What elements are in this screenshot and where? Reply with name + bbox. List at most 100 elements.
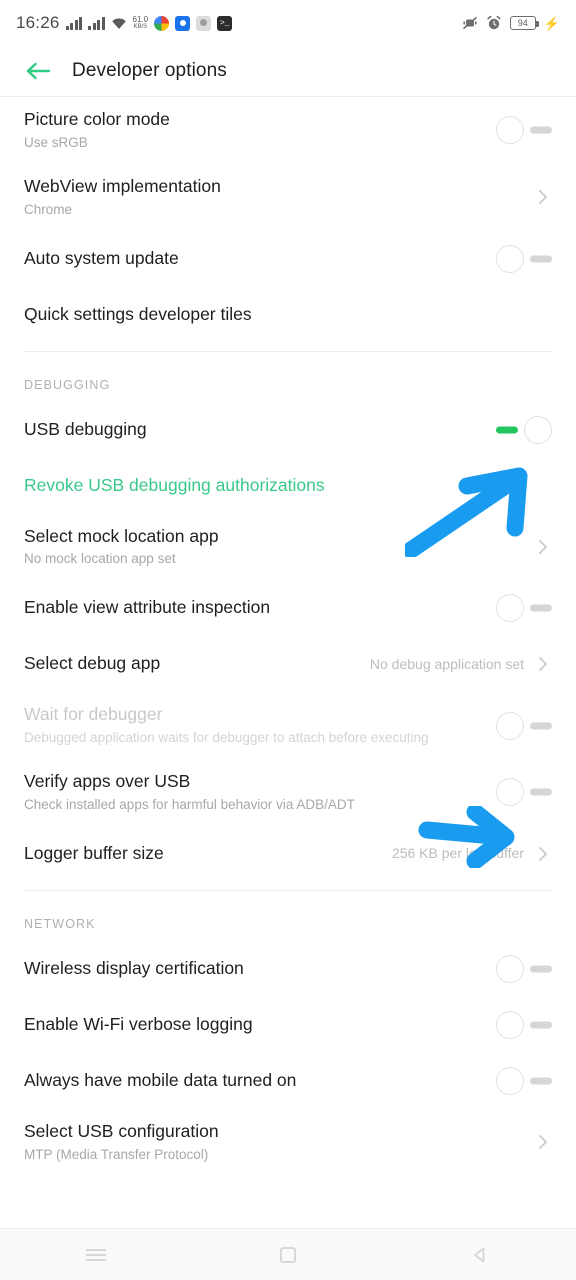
settings-row-enable-view-attribute-inspection[interactable]: Enable view attribute inspection [0,580,576,636]
navigation-bar [0,1228,576,1280]
settings-row-revoke-usb-debugging-authorizations[interactable]: Revoke USB debugging authorizations [0,458,576,514]
row-text-block: USB debugging [24,407,496,453]
home-button[interactable] [252,1229,324,1280]
row-title: Verify apps over USB [24,771,191,791]
row-subtitle: Chrome [24,201,73,217]
settings-row-usb-debugging[interactable]: USB debugging [0,402,576,458]
google-photos-icon [154,15,170,31]
toggle-knob [496,594,524,623]
status-bar: 16:26 61.0 KB/S >_ 94 ⚡ [0,0,576,46]
row-title: Picture color mode [24,109,170,129]
row-title: Logger buffer size [24,842,164,863]
row-subtitle: Use sRGB [24,134,88,150]
toggle-knob [496,116,524,145]
toggle-track [530,722,552,730]
settings-row-select-usb-configuration[interactable]: Select USB configuration MTP (Media Trans… [0,1109,576,1176]
row-title: Enable view attribute inspection [24,597,271,618]
settings-row-verify-apps-over-usb[interactable]: Verify apps over USB Check installed apps… [0,759,576,826]
settings-row-quick-settings-developer-tiles[interactable]: Quick settings developer tiles [0,287,576,343]
toggle-always-have-mobile-data-turned-on[interactable] [496,1066,552,1096]
back-button[interactable] [16,49,60,93]
toggle-track [530,788,552,796]
settings-row-select-debug-app[interactable]: Select debug app No debug application set [0,636,576,692]
row-text-block: Wait for debugger Debugged application wa… [24,692,496,759]
row-subtitle: Check installed apps for harmful behavio… [24,796,355,812]
settings-row-auto-system-update[interactable]: Auto system update [0,231,576,287]
row-text-block: Auto system update [24,236,496,282]
back-nav-button[interactable] [444,1229,516,1280]
terminal-icon: >_ [217,15,233,31]
grey-app-icon [196,15,212,31]
settings-list: Picture color mode Use sRGB WebView implem… [0,97,576,1176]
row-text-block: Select mock location app No mock location… [24,514,534,581]
chevron-right-icon [534,655,552,673]
toggle-wireless-display-certification[interactable] [496,954,552,984]
settings-row-wireless-display-certification[interactable]: Wireless display certification [0,941,576,997]
toggle-knob [524,415,552,444]
row-text-block: Always have mobile data turned on [24,1058,496,1104]
toggle-enable-wi-fi-verbose-logging[interactable] [496,1010,552,1040]
blue-app-icon [175,15,191,31]
toggle-knob [496,954,524,983]
vibrate-mode-icon [462,15,478,31]
app-bar: Developer options [0,46,576,96]
row-title: Always have mobile data turned on [24,1069,297,1090]
page-title: Developer options [72,60,227,81]
toggle-knob [496,711,524,740]
row-text-block: Picture color mode Use sRGB [24,97,496,164]
toggle-track [530,965,552,973]
row-text-block: WebView implementation Chrome [24,164,534,231]
phone-screen: 16:26 61.0 KB/S >_ 94 ⚡ Developer option… [0,0,576,1280]
status-bar-right: 94 ⚡ [462,15,560,31]
settings-row-picture-color-mode[interactable]: Picture color mode Use sRGB [0,97,576,164]
toggle-knob [496,778,524,807]
chevron-right-icon [534,538,552,556]
status-bar-left: 16:26 61.0 KB/S >_ [16,13,462,33]
charging-bolt-icon: ⚡ [543,15,560,31]
toggle-knob [496,1010,524,1039]
row-text-block: Revoke USB debugging authorizations [24,463,552,509]
back-triangle-icon [471,1246,489,1264]
toggle-picture-color-mode[interactable] [496,115,552,145]
signal-bars-icon-sim2 [88,16,105,30]
row-text-block: Select debug app [24,641,370,687]
toggle-track [530,126,552,134]
settings-row-logger-buffer-size[interactable]: Logger buffer size 256 KB per log buffer [0,826,576,882]
row-subtitle: Debugged application waits for debugger … [24,730,429,746]
row-title: Revoke USB debugging authorizations [24,474,325,495]
row-title: Select mock location app [24,525,219,546]
row-text-block: Wireless display certification [24,946,496,992]
row-title: Enable Wi-Fi verbose logging [24,1013,253,1034]
settings-row-always-have-mobile-data-turned-on[interactable]: Always have mobile data turned on [0,1053,576,1109]
signal-bars-icon-sim1 [65,16,83,30]
recents-button[interactable] [60,1229,132,1280]
toggle-enable-view-attribute-inspection[interactable] [496,593,552,623]
row-subtitle: No mock location app set [24,551,176,567]
settings-row-webview-implementation[interactable]: WebView implementation Chrome [0,164,576,231]
network-speed-value: 61.0 [132,15,149,24]
row-title: Auto system update [24,247,179,268]
battery-icon: 94 [509,16,539,30]
toggle-track [530,1077,552,1085]
row-title: Wireless display certification [24,957,244,978]
toggle-track [530,1021,552,1029]
alarm-clock-icon [486,15,502,31]
row-title: WebView implementation [24,175,221,196]
toggle-wait-for-debugger [496,711,552,741]
toggle-auto-system-update[interactable] [496,244,552,274]
settings-row-enable-wi-fi-verbose-logging[interactable]: Enable Wi-Fi verbose logging [0,997,576,1053]
status-bar-clock: 16:26 [16,13,60,32]
row-text-block: Enable Wi-Fi verbose logging [24,1002,496,1048]
row-text-block: Select USB configuration MTP (Media Trans… [24,1109,534,1176]
row-subtitle: MTP (Media Transfer Protocol) [24,1146,209,1162]
row-title: Quick settings developer tiles [24,303,252,324]
chevron-right-icon [534,1133,552,1151]
toggle-usb-debugging[interactable] [496,415,552,445]
toggle-track [530,604,552,612]
settings-row-select-mock-location-app[interactable]: Select mock location app No mock location… [0,514,576,581]
row-title: USB debugging [24,418,147,439]
network-speed-unit: KB/S [133,24,148,30]
toggle-knob [496,1066,524,1095]
toggle-verify-apps-over-usb[interactable] [496,777,552,807]
chevron-right-icon [534,845,552,863]
